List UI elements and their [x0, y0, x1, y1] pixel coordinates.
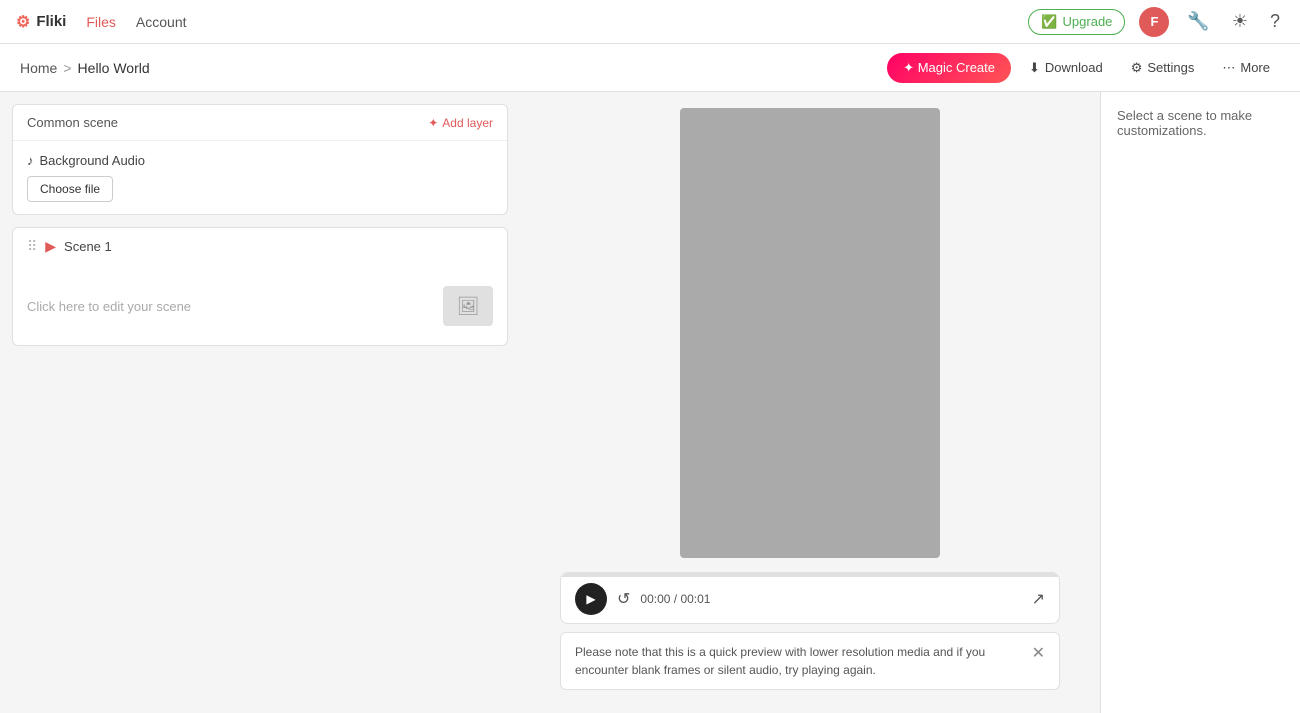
breadcrumb-bar: Home > Hello World ✦ Magic Create ⬇ Down… [0, 44, 1300, 92]
more-dots-icon: ⋯ [1222, 60, 1235, 76]
settings-button[interactable]: ⚙ Settings [1121, 54, 1205, 82]
choose-file-button[interactable]: Choose file [27, 176, 113, 202]
info-banner-close-button[interactable]: ✕ [1032, 643, 1045, 663]
breadcrumb-current: Hello World [78, 60, 150, 76]
scene1-image-placeholder: 🖼 [443, 286, 493, 326]
play-button[interactable]: ▶ [575, 583, 607, 615]
add-layer-icon: ✦ [428, 116, 438, 130]
wrench-icon-button[interactable]: 🔧 [1183, 7, 1213, 36]
nav-account-link[interactable]: Account [136, 14, 187, 30]
upgrade-button[interactable]: ✅ Upgrade [1028, 9, 1125, 35]
share-button[interactable]: ↗ [1032, 589, 1045, 609]
upgrade-label: Upgrade [1063, 14, 1113, 29]
logo-text: Fliki [36, 13, 66, 30]
download-button[interactable]: ⬇ Download [1019, 54, 1113, 82]
common-scene-card: Common scene ✦ Add layer ♪ Background Au… [12, 104, 508, 215]
image-icon: 🖼 [457, 296, 480, 317]
download-label: Download [1045, 60, 1103, 75]
scene1-placeholder: Click here to edit your scene [27, 299, 191, 314]
controls-row: ▶ ↺ 00:00 / 00:01 ↗ [561, 577, 1059, 615]
nav-right: ✅ Upgrade F 🔧 ☀ ? [1028, 7, 1284, 37]
settings-gear-icon: ⚙ [1131, 60, 1143, 76]
scene1-body[interactable]: Click here to edit your scene 🖼 [13, 265, 507, 345]
time-display: 00:00 / 00:01 [640, 592, 710, 606]
music-note-icon: ♪ [27, 153, 34, 168]
right-panel: Select a scene to make customizations. [1100, 92, 1300, 713]
settings-label: Settings [1147, 60, 1194, 75]
breadcrumb-actions: ✦ Magic Create ⬇ Download ⚙ Settings ⋯ M… [887, 53, 1280, 83]
breadcrumb-home[interactable]: Home [20, 60, 57, 76]
play-triangle-icon: ▶ [586, 592, 595, 606]
add-layer-button[interactable]: ✦ Add layer [428, 116, 493, 130]
scene1-header: ⠿ ▶ Scene 1 [13, 228, 507, 265]
more-button[interactable]: ⋯ More [1212, 54, 1280, 82]
player-controls: ▶ ↺ 00:00 / 00:01 ↗ [560, 572, 1060, 624]
app-logo[interactable]: ⚙ Fliki [16, 12, 66, 32]
info-banner: Please note that this is a quick preview… [560, 632, 1060, 690]
avatar[interactable]: F [1139, 7, 1169, 37]
bg-audio-text: Background Audio [40, 153, 146, 168]
top-navigation: ⚙ Fliki Files Account ✅ Upgrade F 🔧 ☀ ? [0, 0, 1300, 44]
upgrade-check-icon: ✅ [1041, 14, 1057, 30]
add-layer-label: Add layer [442, 116, 493, 130]
scene1-play-icon: ▶ [45, 238, 56, 255]
controls-left: ▶ ↺ 00:00 / 00:01 [575, 583, 710, 615]
info-banner-text: Please note that this is a quick preview… [575, 643, 1022, 679]
left-panel: Common scene ✦ Add layer ♪ Background Au… [0, 92, 520, 713]
sun-icon-button[interactable]: ☀ [1228, 7, 1252, 36]
replay-button[interactable]: ↺ [617, 589, 630, 609]
help-icon-button[interactable]: ? [1266, 7, 1284, 36]
scene1-title: Scene 1 [64, 239, 112, 254]
nav-left: ⚙ Fliki Files Account [16, 12, 187, 32]
bg-audio-label: ♪ Background Audio [27, 153, 493, 168]
breadcrumb-separator: > [63, 60, 71, 76]
common-scene-header: Common scene ✦ Add layer [13, 105, 507, 141]
logo-gear-icon: ⚙ [16, 12, 30, 32]
scene1-card[interactable]: ⠿ ▶ Scene 1 Click here to edit your scen… [12, 227, 508, 346]
drag-handle-icon: ⠿ [27, 238, 37, 255]
main-layout: Common scene ✦ Add layer ♪ Background Au… [0, 92, 1300, 713]
avatar-initial: F [1150, 14, 1158, 29]
video-preview [680, 108, 940, 558]
common-scene-body: ♪ Background Audio Choose file [13, 141, 507, 214]
download-icon: ⬇ [1029, 60, 1040, 76]
right-panel-message: Select a scene to make customizations. [1117, 108, 1252, 138]
magic-create-button[interactable]: ✦ Magic Create [887, 53, 1011, 83]
common-scene-title: Common scene [27, 115, 118, 130]
nav-files-link[interactable]: Files [86, 14, 116, 30]
center-preview: ▶ ↺ 00:00 / 00:01 ↗ Please note that thi… [520, 92, 1100, 713]
breadcrumb: Home > Hello World [20, 60, 150, 76]
more-label: More [1240, 60, 1270, 75]
